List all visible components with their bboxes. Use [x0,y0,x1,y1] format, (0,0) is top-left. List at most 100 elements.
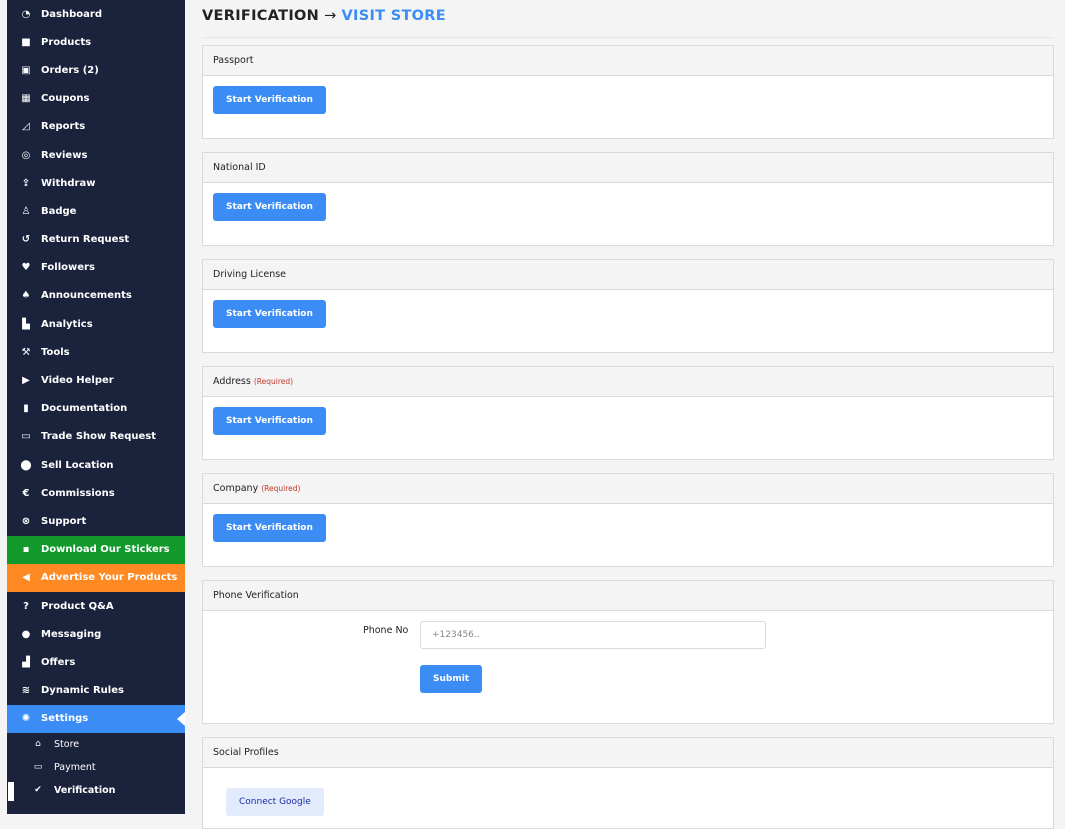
sidebar-item-dashboard[interactable]: ◔ Dashboard [7,0,185,28]
main-content: VERIFICATION → VISIT STORE Passport Star… [202,0,1054,829]
sidebar: ◔ Dashboard ■ Products ▣ Orders (2) ▦ Coupon… [7,0,185,814]
driving-license-panel: Driving License Start Verification [202,259,1054,353]
sidebar-item-label: Withdraw [41,177,96,189]
sidebar-subitem-verification[interactable]: ✔ Verification [7,779,185,802]
wrench-icon: ⚒ [21,346,31,358]
panel-title-text: Passport [213,55,254,66]
sidebar-item-label: Coupons [41,93,90,105]
sidebar-item-label: Product Q&A [41,600,114,612]
sidebar-subitem-label: Payment [54,761,96,773]
briefcase-icon: ■ [21,36,31,48]
layers-icon: ≋ [21,685,31,697]
start-verification-button[interactable]: Start Verification [213,300,326,328]
sidebar-item-documentation[interactable]: ▮ Documentation [7,395,185,423]
upload-icon: ⇪ [21,177,31,189]
map-marker-icon: ⬤ [20,459,32,471]
area-chart-icon: ▙ [22,318,30,330]
panel-title: National ID [203,153,1053,183]
sidebar-item-coupons[interactable]: ▦ Coupons [7,85,185,113]
sidebar-item-reports[interactable]: ◿ Reports [7,113,185,141]
panel-title-text: Address [213,376,251,387]
sidebar-item-messaging[interactable]: ● Messaging [7,620,185,648]
panel-title-text: National ID [213,162,266,173]
sidebar-item-settings[interactable]: ✺ Settings [7,704,185,733]
page-title-text: VERIFICATION [202,7,320,24]
life-ring-icon: ⊗ [21,515,31,527]
arrow-right-icon: → [324,7,337,24]
sidebar-item-label: Reports [41,121,86,133]
address-panel: Address (Required) Start Verification [202,366,1054,460]
sidebar-item-label: Products [41,36,92,48]
sidebar-item-label: Offers [41,656,76,668]
undo-icon: ↺ [21,234,31,246]
panel-title-text: Driving License [213,269,287,280]
start-verification-button[interactable]: Start Verification [213,193,326,221]
sidebar-item-trade-show-request[interactable]: ▭ Trade Show Request [7,423,185,451]
sidebar-item-label: Advertise Your Products [41,572,178,584]
connect-google-button[interactable]: Connect Google [226,788,324,816]
sidebar-item-label: Download Our Stickers [41,544,170,556]
sidebar-item-download-stickers[interactable]: ▪ Download Our Stickers [7,535,185,564]
dashboard-icon: ◔ [21,8,31,20]
phone-input[interactable] [420,621,766,649]
chat-icon: ● [21,628,31,640]
sidebar-item-products[interactable]: ■ Products [7,28,185,56]
sidebar-item-withdraw[interactable]: ⇪ Withdraw [7,169,185,197]
heart-icon: ♥ [21,262,31,274]
store-icon: ▭ [21,431,31,443]
sidebar-item-video-helper[interactable]: ▶ Video Helper [7,366,185,394]
company-panel: Company (Required) Start Verification [202,473,1054,567]
cart-icon: ▣ [21,64,31,76]
gift-icon: ▦ [21,93,31,105]
start-verification-button[interactable]: Start Verification [213,86,326,114]
bell-icon: ♠ [21,290,31,302]
required-label: (Required) [253,377,294,386]
sidebar-item-dynamic-rules[interactable]: ≋ Dynamic Rules [7,677,185,705]
sidebar-subitem-store[interactable]: ⌂ Store [7,733,185,756]
sidebar-item-label: Video Helper [41,375,114,387]
cubes-icon: ▟ [22,656,30,668]
panel-title: Phone Verification [203,581,1053,611]
sidebar-item-label: Analytics [41,318,93,330]
panel-title-text: Company [213,483,259,494]
sidebar-item-label: Documentation [41,403,128,415]
sidebar-item-offers[interactable]: ▟ Offers [7,648,185,676]
sidebar-item-badge[interactable]: ♙ Badge [7,197,185,225]
sidebar-item-support[interactable]: ⊗ Support [7,507,185,535]
sidebar-item-tools[interactable]: ⚒ Tools [7,338,185,366]
start-verification-button[interactable]: Start Verification [213,514,326,542]
phone-label: Phone No [363,625,409,636]
panel-title: Address (Required) [203,367,1053,397]
start-verification-button[interactable]: Start Verification [213,407,326,435]
award-icon: ♙ [21,205,31,217]
panel-title: Social Profiles [203,738,1053,768]
video-icon: ▶ [22,375,30,387]
sidebar-item-analytics[interactable]: ▙ Analytics [7,310,185,338]
sidebar-item-followers[interactable]: ♥ Followers [7,254,185,282]
sidebar-item-announcements[interactable]: ♠ Announcements [7,282,185,310]
sidebar-item-reviews[interactable]: ◎ Reviews [7,141,185,169]
sidebar-item-commissions[interactable]: € Commissions [7,479,185,507]
panel-title: Company (Required) [203,474,1053,504]
sidebar-item-product-qa[interactable]: ? Product Q&A [7,592,185,620]
check-icon: ✔ [34,785,42,796]
sidebar-subitem-payment[interactable]: ▭ Payment [7,756,185,779]
sidebar-item-label: Orders (2) [41,64,99,76]
sidebar-item-return-request[interactable]: ↺ Return Request [7,226,185,254]
phone-verification-panel: Phone Verification Phone No Submit [202,580,1054,724]
sidebar-item-advertise-products[interactable]: ◀ Advertise Your Products [7,563,185,592]
sidebar-item-label: Settings [41,713,89,725]
sidebar-item-orders[interactable]: ▣ Orders (2) [7,56,185,84]
gear-icon: ✺ [21,713,31,725]
visit-store-link[interactable]: VISIT STORE [342,8,446,24]
sidebar-item-label: Reviews [41,149,88,161]
bank-icon: ⌂ [35,739,41,750]
sidebar-item-label: Dashboard [41,8,102,20]
euro-icon: € [22,487,30,499]
sidebar-item-label: Support [41,515,87,527]
bullhorn-icon: ◀ [22,572,30,584]
sidebar-item-sell-location[interactable]: ⬤ Sell Location [7,451,185,479]
submit-button[interactable]: Submit [420,665,483,693]
national-id-panel: National ID Start Verification [202,152,1054,246]
sidebar-subitem-label: Verification [54,784,116,796]
